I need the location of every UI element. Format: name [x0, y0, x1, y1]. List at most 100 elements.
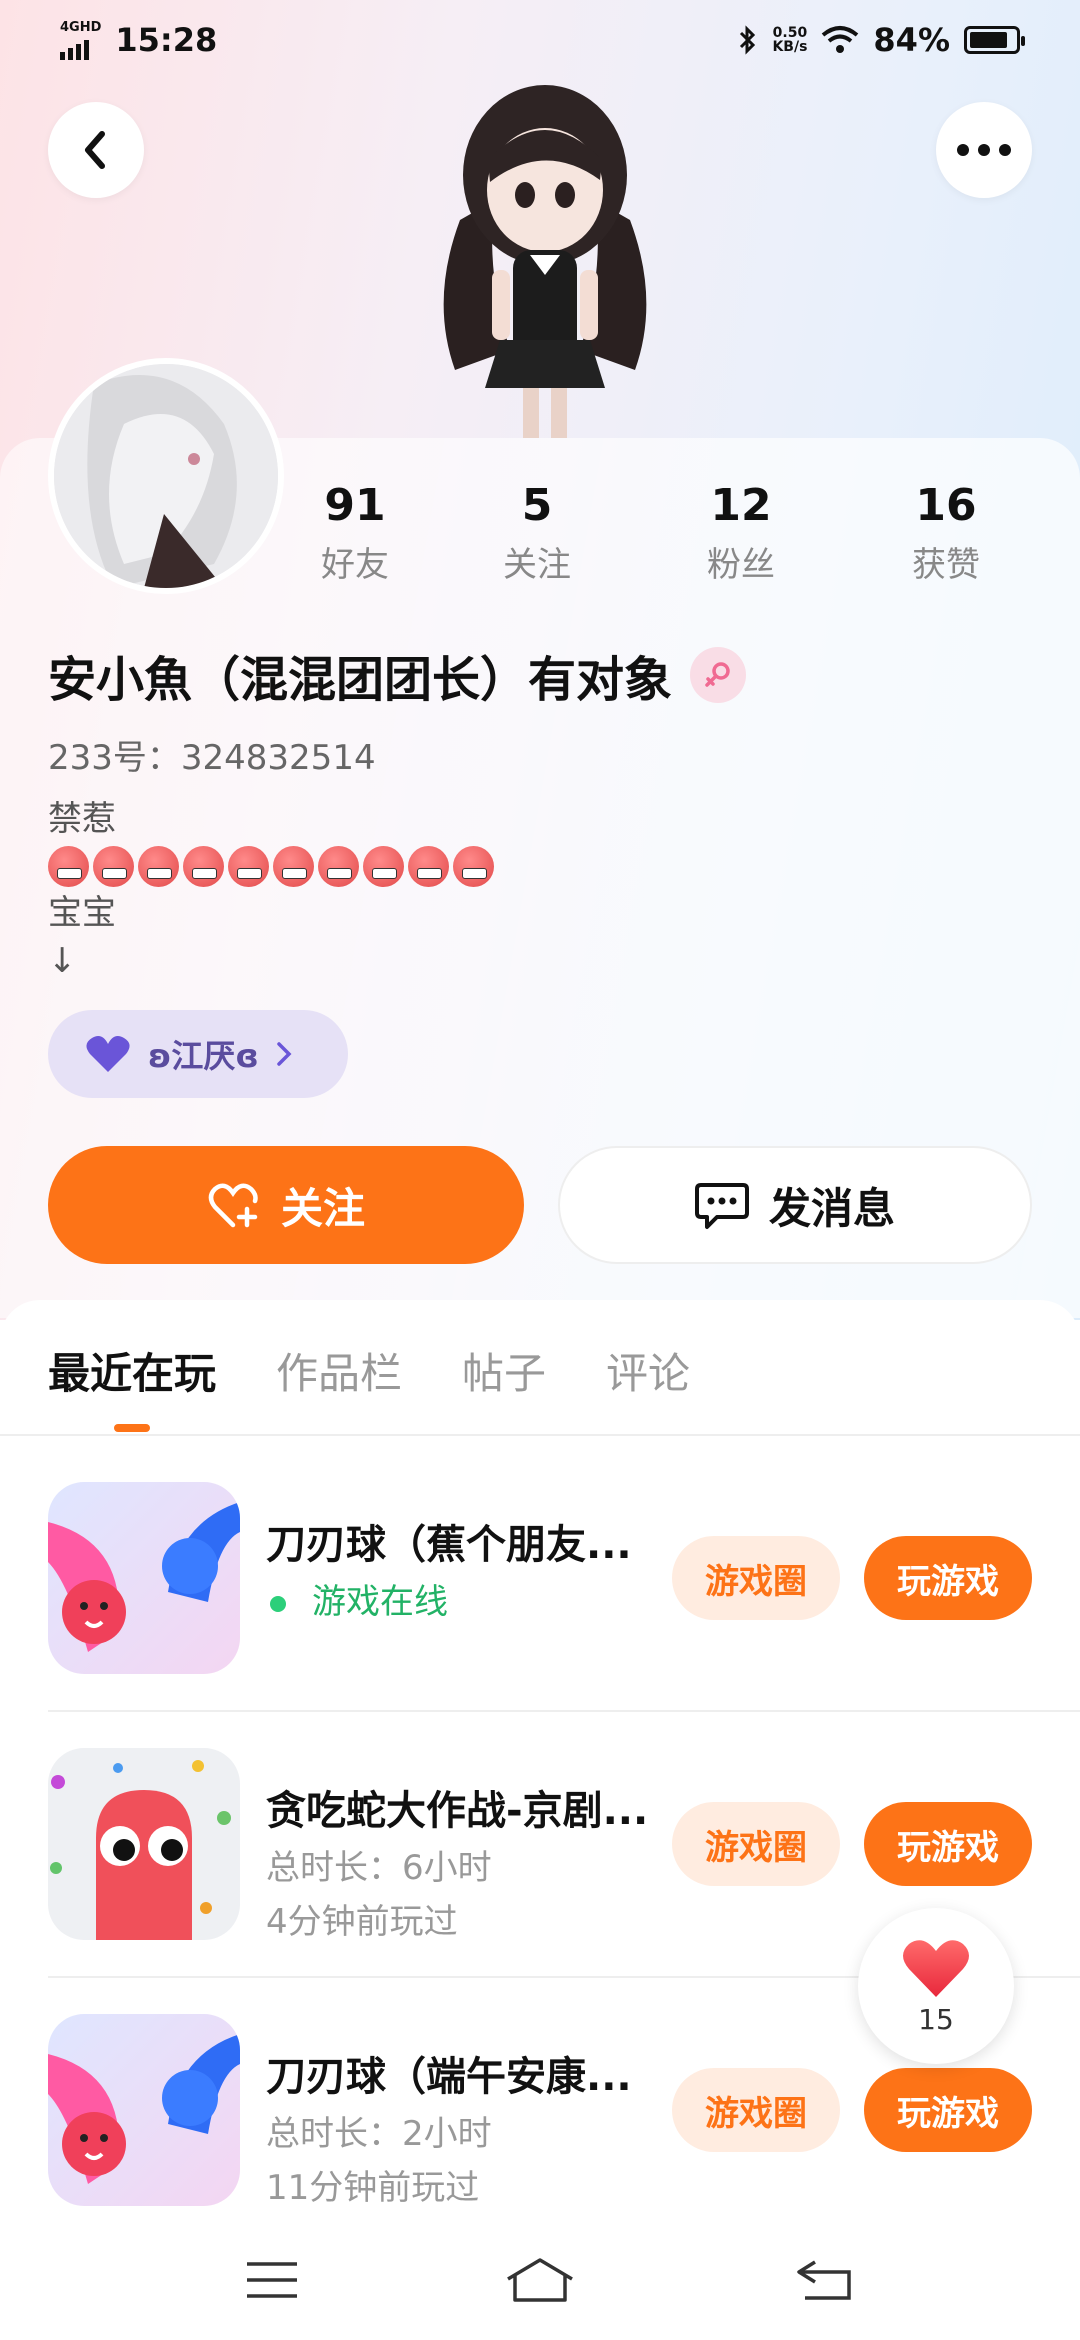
stats-row: 91 好友 5 关注 12 粉丝 16 获赞: [300, 480, 1060, 590]
angry-emoji-icon: [228, 845, 269, 887]
game-title: 刀刃球（端午安康...: [266, 2054, 632, 2100]
network-indicator: 4GHD: [60, 21, 101, 60]
bio-line: ↓: [48, 941, 77, 981]
tab-works[interactable]: 作品栏: [276, 1340, 402, 1424]
heart-plus-icon: [208, 1183, 258, 1228]
angry-emoji-row: [48, 843, 494, 889]
stat-value: 16: [915, 480, 977, 531]
avatar-image: [54, 364, 278, 588]
stat-fans[interactable]: 12 粉丝: [661, 480, 821, 586]
follow-label: 关注: [280, 1183, 365, 1233]
female-icon: [690, 647, 747, 703]
couple-name: ʚ江厌ɞ: [148, 1037, 259, 1075]
angry-emoji-icon: [408, 845, 449, 887]
back-button[interactable]: [48, 102, 144, 198]
play-game-button[interactable]: 玩游戏: [864, 1536, 1032, 1620]
status-right: 0.50 KB/s 84%: [738, 21, 1025, 59]
name-row: 安小魚（混混团团长）有对象: [48, 640, 747, 710]
angry-emoji-icon: [48, 845, 89, 887]
heart-icon: [903, 1939, 969, 1997]
menu-button[interactable]: [222, 2240, 322, 2320]
stat-value: 5: [521, 480, 553, 531]
row-divider: [48, 1710, 1080, 1712]
stat-value: 12: [710, 480, 772, 531]
message-button[interactable]: 发消息: [558, 1146, 1032, 1264]
game-icon[interactable]: [48, 2014, 240, 2206]
angry-emoji-icon: [273, 845, 314, 887]
online-dot-icon: [270, 1595, 286, 1612]
bio: 禁惹 宝宝 ↓: [48, 795, 494, 985]
tab-comments[interactable]: 评论: [606, 1340, 690, 1424]
play-duration: 总时长：6小时: [266, 1848, 492, 1888]
last-played: 11分钟前玩过: [266, 2168, 480, 2208]
angry-emoji-icon: [453, 845, 494, 887]
stat-label: 获赞: [912, 545, 980, 585]
game-status: 游戏在线: [266, 1574, 448, 1623]
user-name: 安小魚（混混团团长）有对象: [48, 652, 673, 708]
avatar-3d-figure[interactable]: [400, 70, 690, 440]
more-dots-icon: [957, 144, 1011, 156]
play-game-button[interactable]: 玩游戏: [864, 2068, 1032, 2152]
bluetooth-icon: [740, 25, 756, 55]
message-label: 发消息: [768, 1183, 895, 1233]
online-status: 游戏在线: [312, 1582, 448, 1622]
back-icon: [797, 2260, 851, 2300]
system-nav-bar: [0, 2220, 1080, 2340]
signal-icon: [60, 34, 89, 60]
stat-likes[interactable]: 16 获赞: [866, 480, 1026, 586]
more-button[interactable]: [936, 102, 1032, 198]
game-icon[interactable]: [48, 1748, 240, 1940]
battery-percent: 84%: [873, 21, 950, 59]
stat-value: 91: [324, 480, 386, 531]
play-duration: 总时长：2小时: [266, 2114, 492, 2154]
tab-bar: 最近在玩 作品栏 帖子 评论: [48, 1340, 690, 1432]
game-icon[interactable]: [48, 1482, 240, 1674]
status-left: 4GHD 15:28: [60, 21, 217, 60]
play-game-button[interactable]: 玩游戏: [864, 1802, 1032, 1886]
home-icon: [507, 2258, 573, 2302]
game-circle-button[interactable]: 游戏圈: [672, 1802, 840, 1886]
speed-unit: KB/s: [772, 39, 808, 55]
like-count: 15: [918, 2002, 954, 2036]
game-title: 刀刃球（蕉个朋友...: [266, 1522, 632, 1568]
tabs-divider: [0, 1434, 1080, 1436]
bio-line: 宝宝: [48, 893, 116, 933]
wifi-icon: [822, 26, 859, 53]
profile-avatar[interactable]: [48, 358, 284, 594]
bio-line: 禁惹: [48, 799, 116, 839]
menu-icon: [247, 2262, 297, 2298]
home-button[interactable]: [490, 2240, 590, 2320]
game-circle-button[interactable]: 游戏圈: [672, 2068, 840, 2152]
stat-label: 好友: [321, 545, 389, 585]
back-arrow-icon: [85, 131, 105, 169]
angry-emoji-icon: [318, 845, 359, 887]
tab-recently-played[interactable]: 最近在玩: [48, 1340, 216, 1432]
chevron-right-icon: [277, 1042, 292, 1066]
game-row[interactable]: 刀刃球（蕉个朋友... 游戏在线 游戏圈 玩游戏: [48, 1482, 1080, 1748]
user-id: 233号：324832514: [48, 738, 376, 778]
tab-posts[interactable]: 帖子: [462, 1340, 546, 1424]
speed-value: 0.50: [772, 25, 808, 41]
stat-label: 粉丝: [707, 545, 775, 585]
stat-friends[interactable]: 91 好友: [275, 480, 435, 586]
last-played: 4分钟前玩过: [266, 1902, 458, 1942]
couple-pill[interactable]: ʚ江厌ɞ: [48, 1010, 348, 1098]
network-speed: 0.50 KB/s: [772, 26, 807, 54]
system-back-button[interactable]: [774, 2240, 874, 2320]
stat-label: 关注: [503, 545, 571, 585]
angry-emoji-icon: [93, 845, 134, 887]
status-bar: 4GHD 15:28 0.50 KB/s 84%: [0, 0, 1080, 80]
chat-bubble-icon: [694, 1183, 749, 1229]
follow-button[interactable]: 关注: [48, 1146, 524, 1264]
game-circle-button[interactable]: 游戏圈: [672, 1536, 840, 1620]
like-float-button[interactable]: 15: [858, 1908, 1014, 2064]
angry-emoji-icon: [138, 845, 179, 887]
network-type: 4GHD: [60, 19, 102, 35]
angry-emoji-icon: [363, 845, 404, 887]
angry-emoji-icon: [183, 845, 224, 887]
heart-icon: [86, 1036, 130, 1072]
stat-following[interactable]: 5 关注: [457, 480, 617, 586]
game-title: 贪吃蛇大作战-京剧...: [266, 1788, 646, 1834]
battery-icon: [964, 26, 1025, 54]
clock: 15:28: [115, 21, 218, 59]
